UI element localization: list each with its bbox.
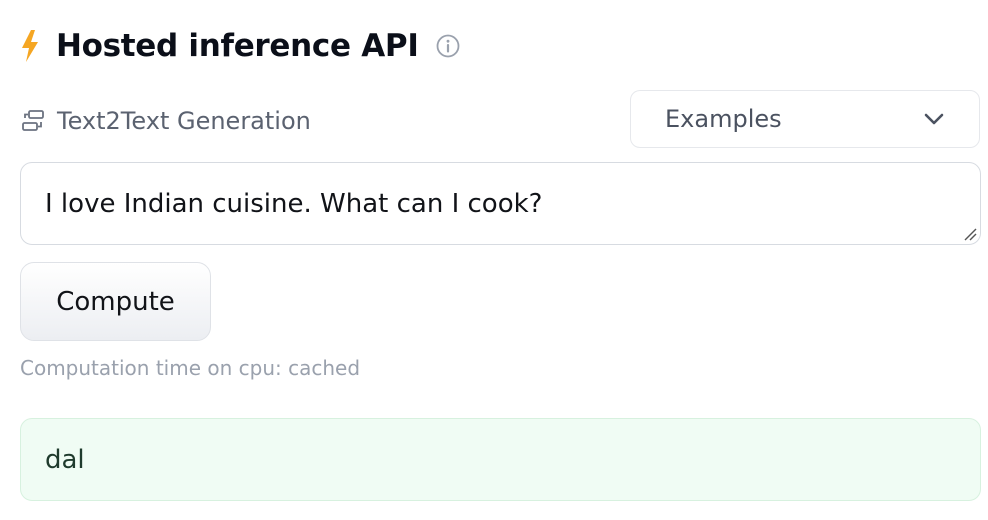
- info-icon[interactable]: [435, 33, 461, 59]
- input-text: I love Indian cuisine. What can I cook?: [45, 189, 543, 219]
- widget-header: Hosted inference API: [20, 26, 461, 66]
- inference-widget: Hosted inference API Text2Text Generatio…: [0, 0, 988, 520]
- examples-dropdown[interactable]: Examples: [630, 90, 980, 148]
- examples-dropdown-label: Examples: [665, 105, 782, 133]
- resize-handle-icon[interactable]: [962, 226, 978, 242]
- output-box: dal: [20, 418, 981, 501]
- computation-time-status: Computation time on cpu: cached: [20, 356, 361, 380]
- output-text: dal: [45, 445, 85, 475]
- input-textarea[interactable]: I love Indian cuisine. What can I cook?: [20, 162, 981, 245]
- task-label: Text2Text Generation: [57, 107, 311, 135]
- chevron-down-icon: [921, 106, 947, 132]
- lightning-bolt-icon: [20, 28, 40, 64]
- text2text-task-icon: [20, 108, 46, 134]
- widget-title: Hosted inference API: [56, 28, 419, 64]
- compute-button[interactable]: Compute: [20, 262, 211, 341]
- task-type: Text2Text Generation: [20, 100, 311, 142]
